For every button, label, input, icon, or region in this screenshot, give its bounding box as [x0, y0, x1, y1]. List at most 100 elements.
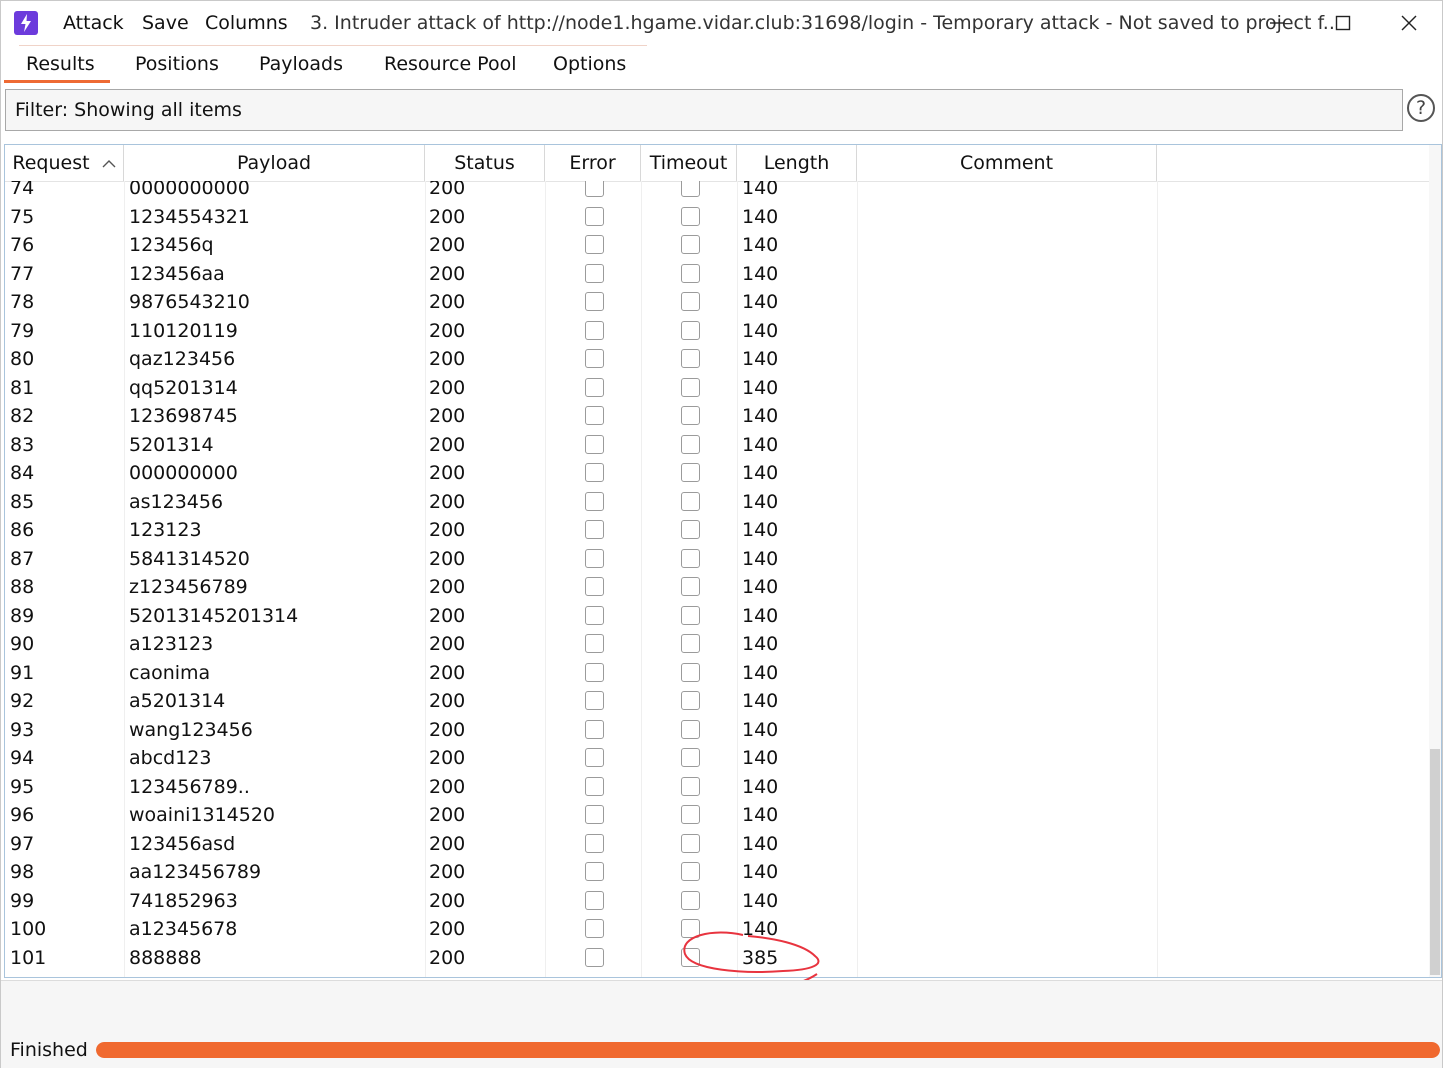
payload-cell: a123123: [129, 633, 214, 655]
timeout-checkbox: [681, 890, 700, 910]
table-row[interactable]: 78 9876543210 200 140: [5, 288, 1429, 317]
table-row[interactable]: 80 qaz123456 200 140: [5, 345, 1429, 374]
column-header-length[interactable]: Length: [737, 145, 857, 181]
tab-options[interactable]: Options: [553, 53, 626, 75]
status-cell: 200: [429, 633, 466, 655]
table-row[interactable]: 95 123456789.. 200 140: [5, 773, 1429, 802]
request-cell: 95: [10, 775, 35, 798]
maximize-button[interactable]: [1321, 7, 1365, 39]
column-header-status[interactable]: Status: [425, 145, 545, 181]
length-cell: 140: [742, 861, 779, 883]
column-header-error[interactable]: Error: [545, 145, 641, 181]
table-row[interactable]: 81 qq5201314 200 140: [5, 374, 1429, 403]
table-row[interactable]: 96 woaini1314520 200 140: [5, 801, 1429, 830]
table-row[interactable]: 88 z123456789 200 140: [5, 573, 1429, 602]
timeout-checkbox: [681, 662, 700, 682]
error-checkbox: [585, 263, 604, 283]
error-checkbox: [585, 377, 604, 397]
table-header: Request Payload Status Error Timeout Len…: [5, 145, 1429, 182]
request-cell: 92: [10, 690, 35, 712]
tab-payloads[interactable]: Payloads: [259, 53, 343, 75]
table-row[interactable]: 91 caonima 200 140: [5, 659, 1429, 688]
table-row[interactable]: 94 abcd123 200 140: [5, 744, 1429, 773]
scrollbar-thumb[interactable]: [1430, 749, 1440, 975]
table-row[interactable]: 87 5841314520 200 140: [5, 545, 1429, 574]
table-row[interactable]: 77 123456aa 200 140: [5, 260, 1429, 289]
tab-positions[interactable]: Positions: [135, 53, 219, 75]
status-cell: 200: [429, 861, 466, 883]
table-row[interactable]: 97 123456asd 200 140: [5, 830, 1429, 859]
column-header-comment[interactable]: Comment: [857, 145, 1157, 181]
timeout-checkbox: [681, 406, 700, 425]
table-row[interactable]: 99 741852963 200 140: [5, 887, 1429, 916]
length-cell: 140: [742, 633, 779, 655]
length-cell: 140: [742, 718, 779, 741]
length-cell: 140: [742, 348, 779, 370]
error-checkbox: [585, 320, 604, 340]
length-cell: 140: [742, 234, 779, 256]
payload-cell: 888888: [129, 946, 202, 969]
table-row[interactable]: 76 123456q 200 140: [5, 231, 1429, 260]
length-cell: 140: [742, 490, 779, 513]
payload-cell: 5201314: [129, 433, 214, 456]
table-row[interactable]: 79 110120119 200 140: [5, 317, 1429, 346]
column-header-request[interactable]: Request: [5, 145, 124, 181]
payload-cell: 5841314520: [129, 547, 250, 570]
filter-bar[interactable]: Filter: Showing all items: [5, 89, 1403, 131]
status-cell: 200: [429, 319, 466, 342]
table-row[interactable]: 92 a5201314 200 140: [5, 687, 1429, 716]
timeout-checkbox: [681, 719, 700, 739]
title-bar: Attack Save Columns 3. Intruder attack o…: [1, 1, 1442, 45]
payload-cell: qq5201314: [129, 376, 238, 399]
payload-cell: 123456aa: [129, 262, 225, 285]
payload-cell: 123456q: [129, 234, 214, 256]
column-header-payload[interactable]: Payload: [124, 145, 425, 181]
status-cell: 200: [429, 661, 466, 684]
request-cell: 79: [10, 319, 35, 342]
request-cell: 75: [10, 205, 35, 228]
status-cell: 200: [429, 433, 466, 456]
minimize-button[interactable]: [1255, 7, 1299, 39]
menu-columns[interactable]: Columns: [205, 12, 288, 34]
close-button[interactable]: [1387, 7, 1431, 39]
status-cell: 200: [429, 889, 466, 912]
status-cell: 200: [429, 804, 466, 826]
timeout-checkbox: [681, 577, 700, 596]
status-cell: 200: [429, 918, 466, 940]
request-cell: 88: [10, 576, 35, 598]
error-checkbox: [585, 463, 604, 482]
table-row[interactable]: 86 123123 200 140: [5, 516, 1429, 545]
table-row[interactable]: 82 123698745 200 140: [5, 402, 1429, 431]
table-row[interactable]: 101 888888 200 385: [5, 944, 1429, 973]
table-row[interactable]: 85 as123456 200 140: [5, 488, 1429, 517]
length-cell: 385: [742, 946, 779, 969]
status-cell: 200: [429, 747, 466, 769]
table-row[interactable]: 90 a123123 200 140: [5, 630, 1429, 659]
table-row[interactable]: 83 5201314 200 140: [5, 431, 1429, 460]
request-cell: 81: [10, 376, 35, 399]
timeout-checkbox: [681, 181, 700, 197]
payload-cell: caonima: [129, 661, 211, 684]
table-row[interactable]: 84 000000000 200 140: [5, 459, 1429, 488]
menu-save[interactable]: Save: [142, 12, 189, 34]
tab-resource-pool[interactable]: Resource Pool: [384, 53, 516, 75]
payload-cell: 123456asd: [129, 832, 236, 855]
column-header-timeout[interactable]: Timeout: [641, 145, 737, 181]
timeout-checkbox: [681, 520, 700, 539]
table-row[interactable]: 74 0000000000 200 140: [5, 181, 1429, 203]
tab-results[interactable]: Results: [26, 53, 95, 75]
request-cell: 101: [10, 946, 47, 969]
timeout-checkbox: [681, 320, 700, 340]
table-row[interactable]: 89 52013145201314 200 140: [5, 602, 1429, 631]
table-row[interactable]: 98 aa123456789 200 140: [5, 858, 1429, 887]
timeout-checkbox: [681, 862, 700, 881]
length-cell: 140: [742, 291, 779, 313]
table-row[interactable]: 93 wang123456 200 140: [5, 716, 1429, 745]
maximize-icon: [1335, 15, 1351, 31]
menu-attack[interactable]: Attack: [63, 12, 124, 34]
status-cell: 200: [429, 519, 466, 541]
help-icon[interactable]: ?: [1407, 94, 1435, 122]
request-cell: 94: [10, 747, 35, 769]
table-row[interactable]: 100 a12345678 200 140: [5, 915, 1429, 944]
table-row[interactable]: 75 1234554321 200 140: [5, 203, 1429, 232]
